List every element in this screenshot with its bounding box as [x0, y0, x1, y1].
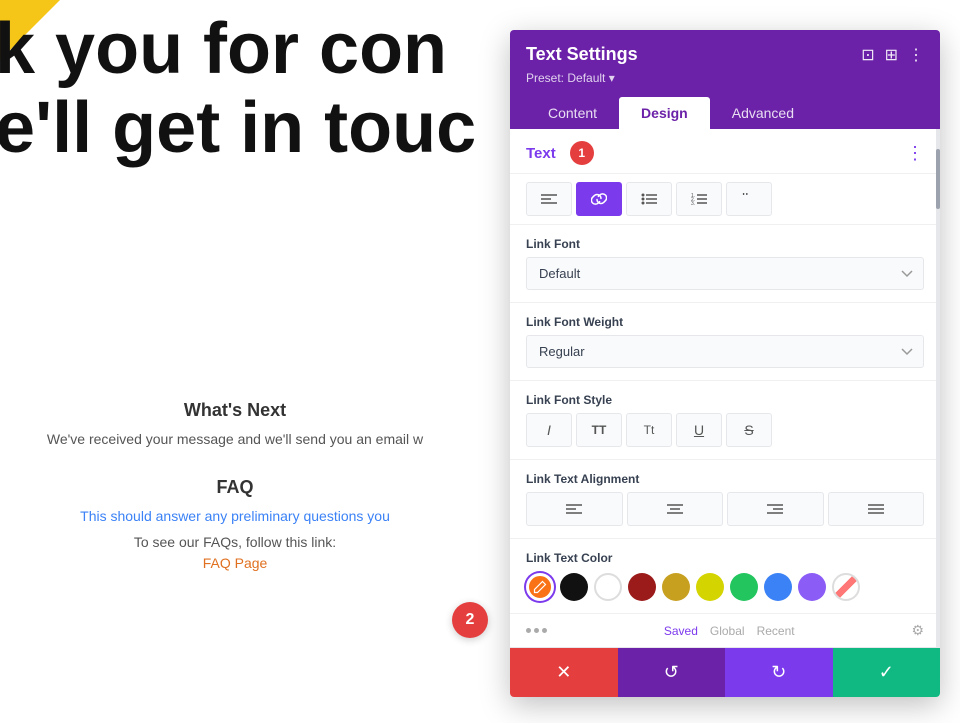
link-font-weight-label: Link Font Weight — [526, 315, 924, 329]
section-title: Text — [526, 145, 556, 162]
bottom-content: What's Next We've received your message … — [0, 380, 470, 591]
alignment-buttons — [526, 492, 924, 526]
tab-design[interactable]: Design — [619, 97, 710, 129]
color-swatch-orange[interactable] — [526, 573, 554, 601]
color-swatch-white[interactable] — [594, 573, 622, 601]
svg-text:": " — [742, 193, 748, 205]
faq-link-text: To see our FAQs, follow this link: — [20, 534, 450, 550]
hero-text: k you for con e'll get in touc — [0, 10, 476, 168]
list-ordered-btn[interactable]: 1.2.3. — [676, 182, 722, 216]
tab-advanced[interactable]: Advanced — [710, 97, 816, 129]
hero-line1: k you for con — [0, 10, 476, 89]
faq-text: This should answer any preliminary quest… — [20, 508, 450, 524]
panel-header: Text Settings ⊡ ⊞ ⋮ Preset: Default ▾ Co… — [510, 30, 940, 129]
color-dots — [526, 628, 547, 633]
link-font-select[interactable]: Default Georgia Arial Helvetica Times Ne… — [526, 257, 924, 290]
color-swatches — [526, 573, 924, 601]
link-text-color-label: Link Text Color — [526, 551, 924, 565]
dot-2 — [534, 628, 539, 633]
align-justify-btn[interactable] — [828, 492, 925, 526]
color-swatch-dark-red[interactable] — [628, 573, 656, 601]
underline-btn[interactable]: U — [676, 413, 722, 447]
strikethrough-btn[interactable]: S — [726, 413, 772, 447]
color-swatch-blue[interactable] — [764, 573, 792, 601]
floating-badge-2: 2 — [452, 602, 488, 638]
color-swatch-none[interactable] — [832, 573, 860, 601]
link-btn[interactable] — [576, 182, 622, 216]
font-style-buttons: I TT Tt U S — [526, 413, 924, 447]
dot-1 — [526, 628, 531, 633]
color-swatch-purple[interactable] — [798, 573, 826, 601]
uppercase-btn[interactable]: TT — [576, 413, 622, 447]
faq-title: FAQ — [20, 477, 450, 498]
color-settings-icon[interactable]: ⚙ — [911, 622, 924, 639]
list-unordered-btn[interactable] — [626, 182, 672, 216]
capitalize-btn[interactable]: Tt — [626, 413, 672, 447]
undo-button[interactable]: ↺ — [618, 648, 726, 697]
section-header-left: Text 1 — [526, 141, 594, 165]
action-bar: ✕ ↺ ↻ ✓ — [510, 647, 940, 697]
dot-3 — [542, 628, 547, 633]
panel-header-icons: ⊡ ⊞ ⋮ — [861, 45, 924, 65]
panel-tabs: Content Design Advanced — [526, 97, 924, 129]
saved-tab[interactable]: Saved — [664, 624, 698, 638]
quote-btn[interactable]: " — [726, 182, 772, 216]
whats-next-title: What's Next — [20, 400, 450, 421]
save-button[interactable]: ✓ — [833, 648, 941, 697]
more-icon[interactable]: ⋮ — [908, 45, 924, 65]
preset-selector[interactable]: Preset: Default ▾ — [526, 71, 924, 85]
align-left-btn[interactable] — [526, 182, 572, 216]
align-left-btn[interactable] — [526, 492, 623, 526]
expand-icon[interactable]: ⊡ — [861, 45, 874, 65]
color-swatch-gold[interactable] — [662, 573, 690, 601]
link-text-color-section: Link Text Color — [510, 539, 940, 613]
faq-page-link[interactable]: FAQ Page — [20, 555, 450, 571]
link-font-weight-select[interactable]: Thin Light Regular Medium Bold — [526, 335, 924, 368]
format-toolbar: 1.2.3. " — [510, 174, 940, 225]
link-text-alignment-section: Link Text Alignment — [510, 460, 940, 539]
tab-content[interactable]: Content — [526, 97, 619, 129]
text-settings-panel: Text Settings ⊡ ⊞ ⋮ Preset: Default ▾ Co… — [510, 30, 940, 697]
section-badge: 1 — [570, 141, 594, 165]
color-swatch-green[interactable] — [730, 573, 758, 601]
italic-btn[interactable]: I — [526, 413, 572, 447]
link-text-alignment-label: Link Text Alignment — [526, 472, 924, 486]
grid-icon[interactable]: ⊞ — [885, 45, 898, 65]
color-swatch-black[interactable] — [560, 573, 588, 601]
svg-text:3.: 3. — [691, 201, 695, 205]
cancel-button[interactable]: ✕ — [510, 648, 618, 697]
link-font-style-label: Link Font Style — [526, 393, 924, 407]
panel-body: Text 1 ⋮ 1.2.3. " Link Font — [510, 129, 940, 647]
received-text: We've received your message and we'll se… — [20, 431, 450, 447]
scrollbar-track — [936, 129, 940, 647]
section-header: Text 1 ⋮ — [510, 129, 940, 174]
redo-button[interactable]: ↻ — [725, 648, 833, 697]
panel-title: Text Settings — [526, 44, 638, 65]
scrollbar-thumb[interactable] — [936, 149, 940, 209]
global-tab[interactable]: Global — [710, 624, 745, 638]
color-footer-tabs: Saved Global Recent — [664, 624, 795, 638]
recent-tab[interactable]: Recent — [757, 624, 795, 638]
color-swatch-yellow[interactable] — [696, 573, 724, 601]
section-more-button[interactable]: ⋮ — [906, 143, 924, 164]
align-right-btn[interactable] — [727, 492, 824, 526]
link-font-weight-section: Link Font Weight Thin Light Regular Medi… — [510, 303, 940, 381]
link-font-label: Link Font — [526, 237, 924, 251]
hero-line2: e'll get in touc — [0, 89, 476, 168]
panel-header-top: Text Settings ⊡ ⊞ ⋮ — [526, 44, 924, 65]
color-footer: Saved Global Recent ⚙ — [510, 613, 940, 647]
link-font-style-section: Link Font Style I TT Tt U S — [510, 381, 940, 460]
align-center-btn[interactable] — [627, 492, 724, 526]
link-font-section: Link Font Default Georgia Arial Helvetic… — [510, 225, 940, 303]
